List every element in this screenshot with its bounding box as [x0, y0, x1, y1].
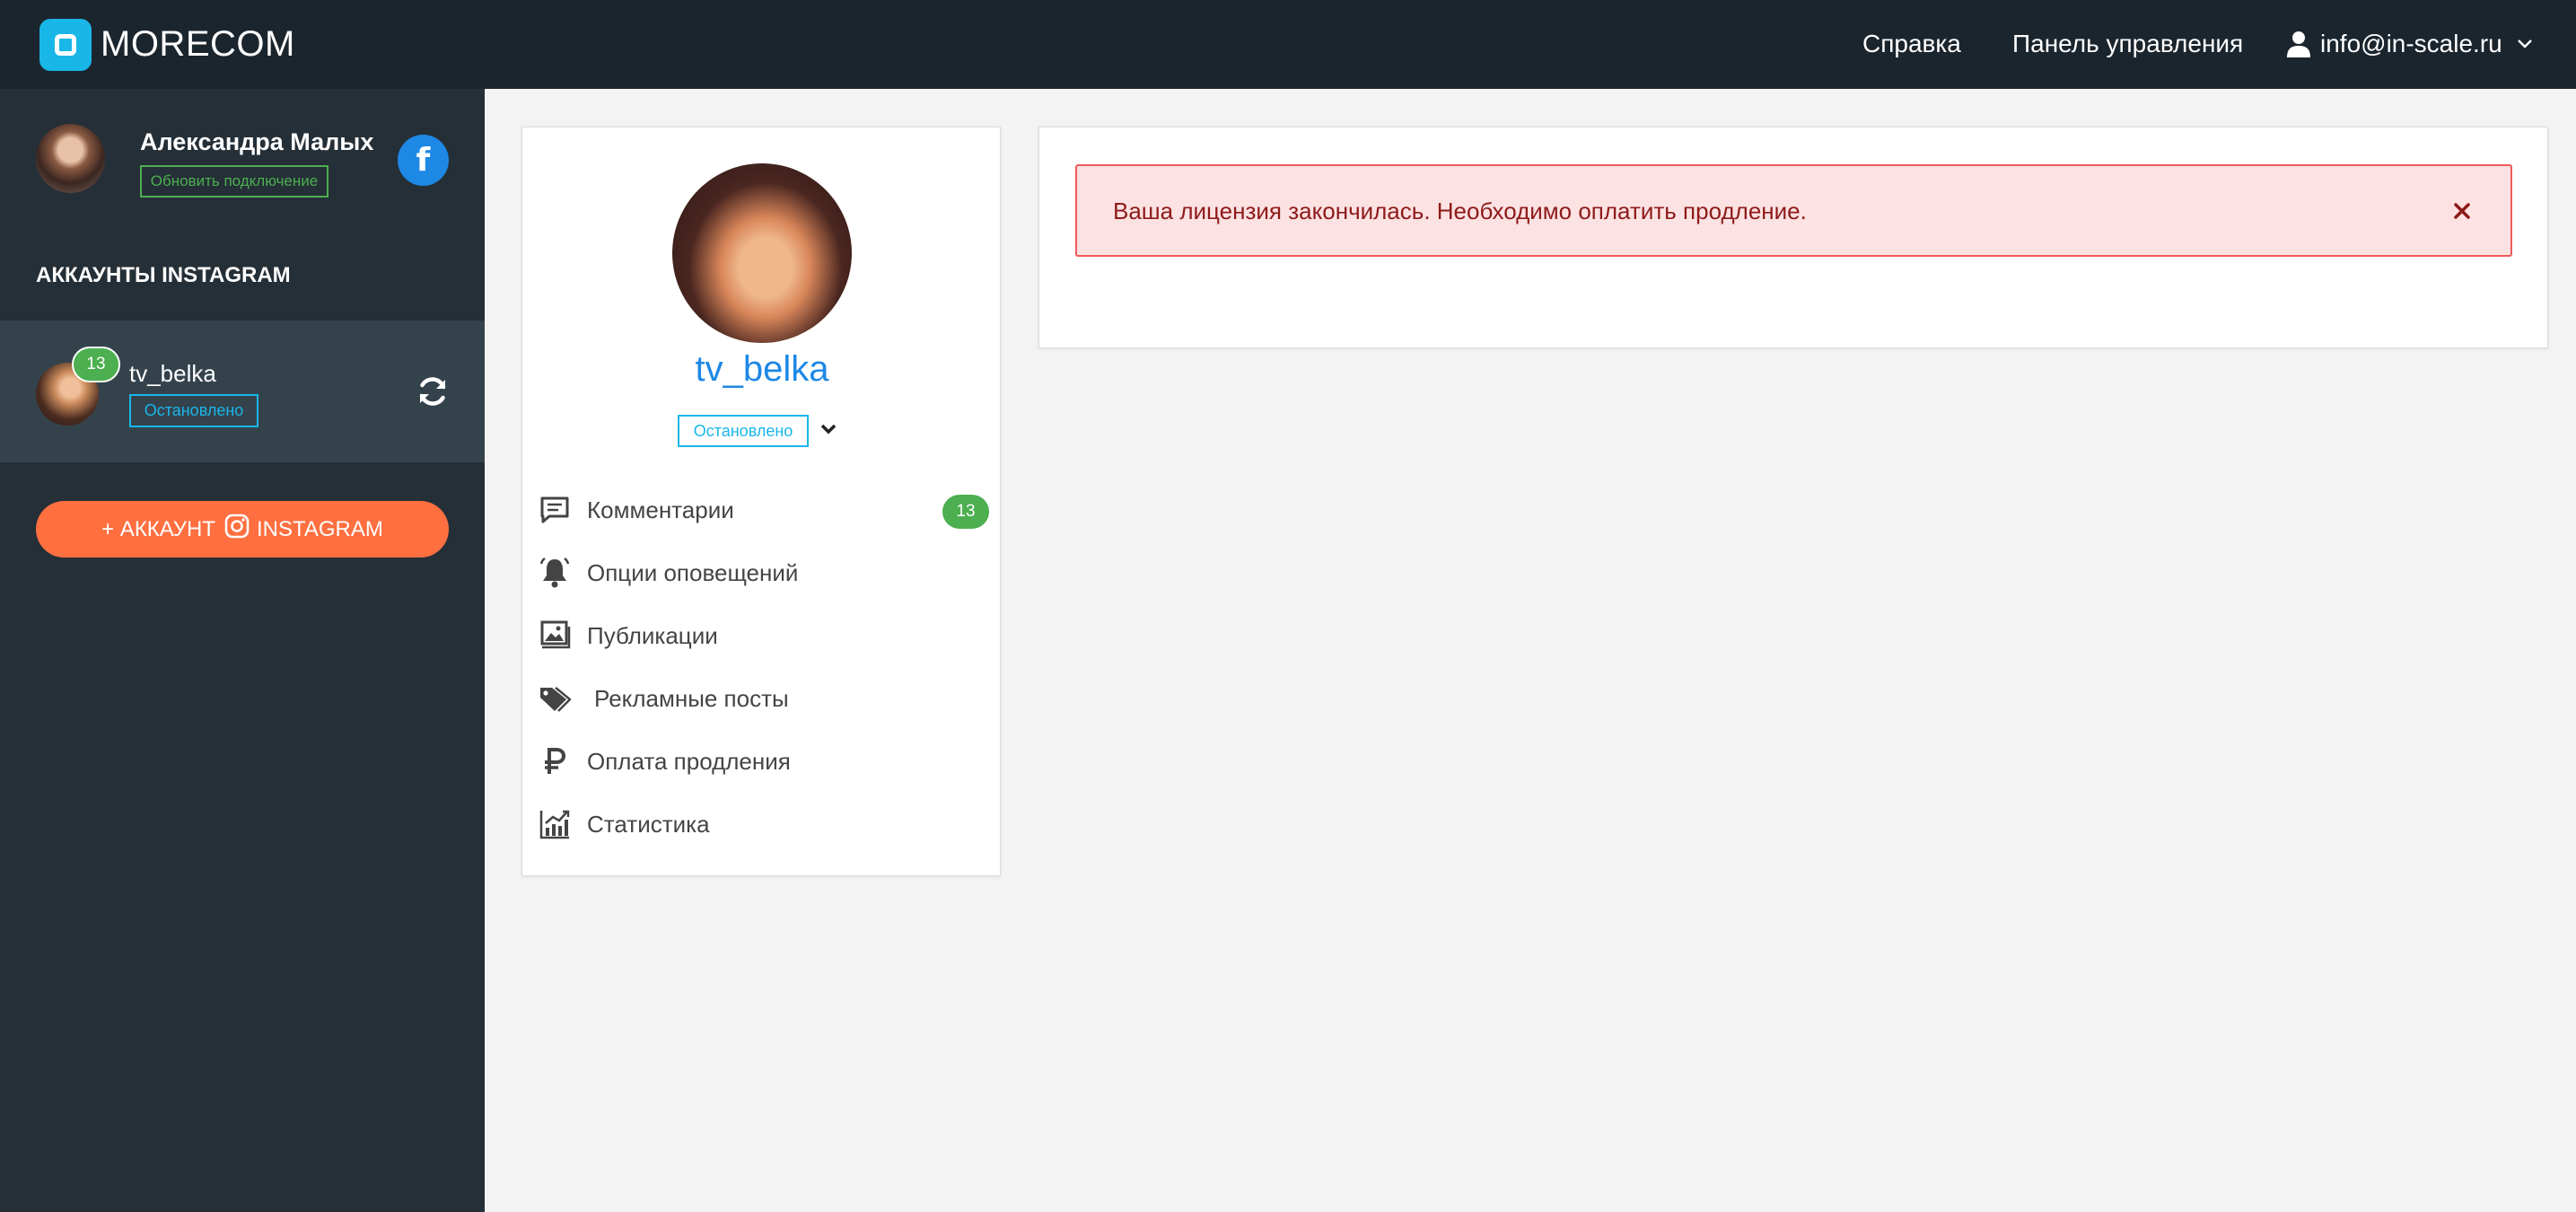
comment-icon [540, 496, 569, 523]
chevron-down-icon [2517, 39, 2533, 49]
images-icon [540, 620, 571, 649]
chart-icon [539, 810, 570, 839]
status-control[interactable]: Остановлено [678, 415, 837, 447]
account-username: tv_belka [129, 360, 216, 387]
user-icon [2286, 31, 2311, 57]
comments-count-badge: 13 [942, 495, 989, 529]
add-account-button[interactable]: + АККАУНТ INSTAGRAM [36, 501, 449, 558]
main-panel: Ваша лицензия закончилась. Необходимо оп… [1038, 127, 2548, 348]
menu-item-statistics[interactable]: Статистика [522, 792, 1002, 855]
user-menu[interactable]: info@in-scale.ru [2286, 23, 2533, 65]
menu-item-payment[interactable]: Оплата продления [522, 729, 1002, 792]
logo-icon[interactable] [39, 19, 92, 71]
notification-badge: 13 [72, 347, 120, 382]
sidebar-item-account[interactable]: 13 tv_belka Остановлено [0, 321, 485, 462]
profile-block: Александра Малых Обновить подключение f [0, 89, 485, 250]
menu-label: Опции оповещений [587, 559, 799, 586]
add-button-suffix: INSTAGRAM [256, 516, 383, 541]
menu-label: Оплата продления [587, 748, 791, 775]
account-username-link[interactable]: tv_belka [522, 347, 1002, 391]
menu-item-comments[interactable]: Комментарии 13 [522, 478, 1002, 540]
avatar [36, 124, 105, 193]
chevron-down-icon[interactable] [819, 423, 837, 440]
account-card: tv_belka Остановлено Комментарии 13 Опци… [521, 127, 1001, 876]
menu-item-notifications[interactable]: Опции оповещений [522, 540, 1002, 603]
add-button-label: + АККАУНТ [101, 516, 215, 541]
ruble-icon [545, 748, 566, 774]
menu-label: Рекламные посты [594, 685, 789, 712]
alert-message: Ваша лицензия закончилась. Необходимо оп… [1113, 198, 1807, 224]
menu-label: Статистика [587, 811, 710, 838]
menu-label: Публикации [587, 622, 718, 649]
account-photo [672, 163, 852, 343]
section-title: АККАУНТЫ INSTAGRAM [36, 263, 291, 287]
tags-icon [540, 687, 571, 712]
user-email: info@in-scale.ru [2320, 30, 2502, 57]
refresh-icon[interactable] [416, 374, 450, 408]
profile-name: Александра Малых [140, 128, 374, 155]
brand-name[interactable]: MORECOM [101, 23, 295, 65]
menu-label: Комментарии [587, 496, 734, 523]
instagram-icon [224, 514, 250, 545]
status-badge: Остановлено [678, 415, 809, 447]
nav-help-link[interactable]: Справка [1862, 23, 1961, 65]
nav-panel-link[interactable]: Панель управления [2012, 23, 2243, 65]
top-bar: MORECOM Справка Панель управления info@i… [0, 0, 2576, 89]
status-badge: Остановлено [129, 394, 258, 427]
menu-item-publications[interactable]: Публикации [522, 603, 1002, 666]
menu-item-ads[interactable]: Рекламные посты [522, 666, 1002, 729]
close-icon[interactable] [2449, 198, 2475, 224]
license-alert: Ваша лицензия закончилась. Необходимо оп… [1075, 164, 2512, 257]
facebook-icon[interactable]: f [398, 135, 449, 186]
bell-icon [539, 557, 570, 588]
sidebar: Александра Малых Обновить подключение f … [0, 89, 485, 1212]
reconnect-button[interactable]: Обновить подключение [140, 165, 329, 198]
